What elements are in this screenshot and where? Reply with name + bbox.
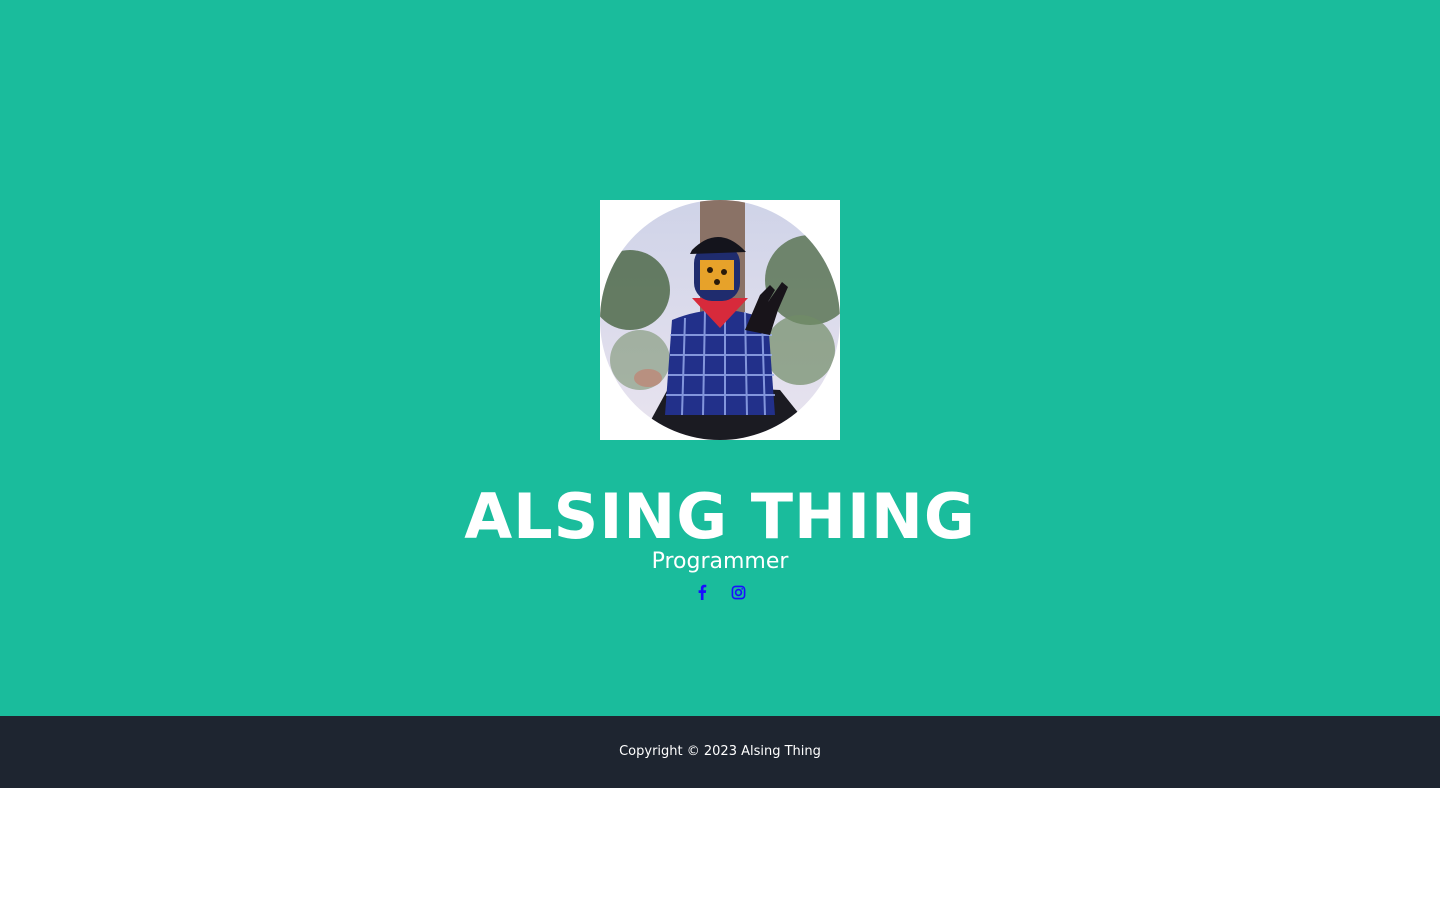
profile-avatar xyxy=(600,200,840,440)
facebook-icon xyxy=(698,584,707,600)
instagram-link[interactable] xyxy=(726,580,750,604)
footer: Copyright © 2023 Alsing Thing xyxy=(0,716,1440,788)
profile-name: ALSING THING xyxy=(464,480,976,553)
instagram-icon xyxy=(731,585,745,599)
masthead: ALSING THING Programmer xyxy=(0,0,1440,716)
footer-copyright: Copyright © 2023 Alsing Thing xyxy=(619,744,821,759)
social-links xyxy=(690,580,750,604)
profile-role: Programmer xyxy=(651,549,789,574)
facebook-link[interactable] xyxy=(690,580,714,604)
